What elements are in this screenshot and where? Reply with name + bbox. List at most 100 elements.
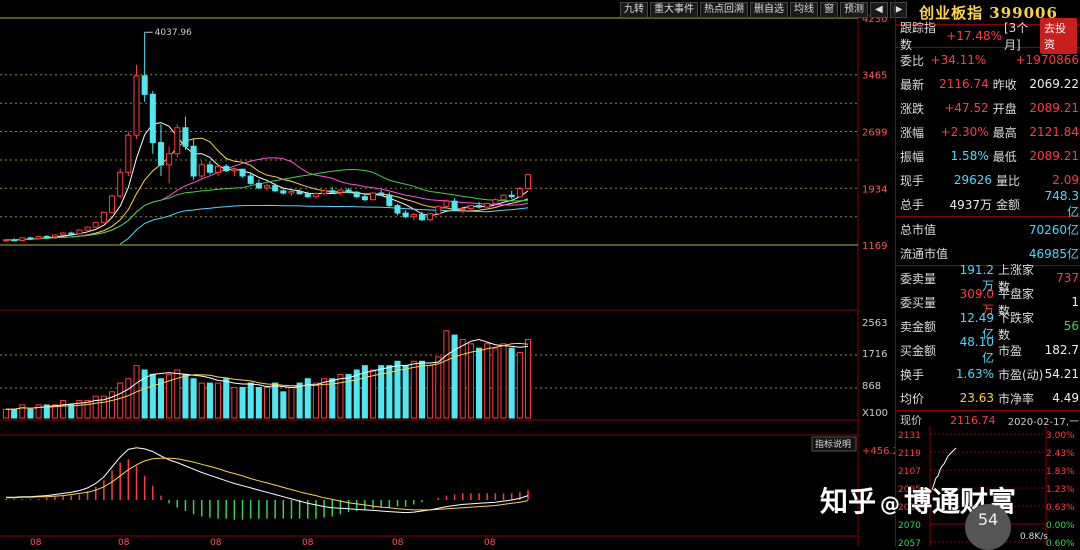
order-label: 市盈: [994, 342, 1044, 359]
mini-right-label: 0.63%: [1046, 503, 1075, 513]
invest-button[interactable]: 去投资: [1040, 18, 1077, 54]
order-value: 1: [1044, 295, 1080, 309]
candle-body: [183, 128, 188, 147]
order-value: 54.21: [1044, 367, 1080, 381]
volume-bar: [313, 383, 318, 418]
kline-chart-svg[interactable]: 423034652699193411694037.9625631716868X1…: [0, 0, 895, 546]
candle-body: [444, 201, 449, 206]
volume-bar: [297, 383, 302, 418]
candle-body: [44, 236, 49, 237]
volume-bar: [126, 379, 131, 418]
candle-body: [93, 223, 98, 227]
candle-body: [126, 135, 131, 172]
volume-bar: [411, 361, 416, 418]
candle-body: [395, 206, 400, 213]
order-value: 1.63%: [948, 367, 994, 381]
candle-body: [477, 206, 482, 207]
candle-body: [403, 213, 408, 217]
volume-bar: [501, 344, 506, 418]
remove-watchlist-button[interactable]: 删自选: [750, 2, 788, 18]
candle-body: [36, 236, 41, 238]
quote-label: 现手: [896, 172, 940, 189]
volume-bar: [468, 344, 473, 418]
prev-arrow-icon[interactable]: ◀: [870, 2, 888, 18]
track-index-row: 跟踪指数 +17.48% [3个月] 去投资: [896, 24, 1080, 47]
volume-bar: [452, 335, 457, 418]
order-value: 48.10亿: [948, 335, 994, 366]
indicator-help-label: 指标说明: [815, 438, 851, 450]
volume-bar: [150, 374, 155, 418]
quote-value: 2121.84: [1029, 125, 1080, 139]
window-button[interactable]: 窗: [820, 2, 838, 18]
major-events-button[interactable]: 重大事件: [650, 2, 698, 18]
mini-right-label: 0.60%: [1046, 539, 1075, 546]
quote-label: 委比: [896, 52, 931, 69]
order-value: 182.7: [1044, 343, 1080, 357]
volume-tick-label: 868: [862, 381, 881, 392]
volume-bar: [110, 392, 115, 418]
float-market-value-row: 流通市值 46985亿: [896, 241, 1080, 265]
total-market-value-row: 总市值 70260亿: [896, 216, 1080, 241]
jiuzhuan-button[interactable]: 九转: [620, 2, 648, 18]
candle-body: [77, 230, 82, 234]
quote-value: 2.09: [1034, 173, 1080, 187]
candle-body: [509, 195, 514, 196]
forecast-button[interactable]: 预测: [840, 2, 868, 18]
volume-bar: [118, 383, 123, 418]
volume-bar: [183, 374, 188, 418]
moving-average-button[interactable]: 均线: [790, 2, 818, 18]
candle-body: [338, 190, 343, 192]
candle-body: [387, 195, 392, 205]
mini-left-label: 2107: [898, 467, 921, 477]
time-tick-label: 08: [30, 538, 42, 546]
price-tick-label: 3465: [862, 71, 887, 82]
volume-bar: [444, 331, 449, 418]
quote-label: 昨收: [989, 76, 1030, 93]
volume-bar: [354, 370, 359, 418]
quote-label: 总手: [896, 196, 940, 213]
volume-bar: [264, 387, 269, 418]
volume-bar: [281, 392, 286, 418]
candle-body: [3, 240, 8, 241]
quote-value: +47.52: [939, 101, 989, 115]
candle-body: [61, 233, 66, 235]
order-value: 737: [1044, 271, 1080, 285]
quote-label: 最新: [896, 76, 939, 93]
price-tick-label: 2699: [862, 128, 887, 139]
order-label: 委买量: [896, 294, 948, 311]
candle-body: [362, 197, 367, 200]
volume-bar: [20, 405, 25, 418]
candle-body: [281, 191, 286, 193]
quote-value: 2089.21: [1029, 149, 1080, 163]
volume-tick-label: 2563: [862, 318, 887, 329]
candle-body: [256, 183, 261, 187]
mini-now: 2116.74: [950, 414, 996, 427]
hotspot-review-button[interactable]: 热点回溯: [700, 2, 748, 18]
volume-bar: [175, 370, 180, 418]
quote-row: 总手4937万金额748.3亿: [896, 192, 1080, 216]
candle-body: [248, 176, 253, 183]
volume-bar: [191, 379, 196, 418]
order-label: 市净率: [994, 390, 1044, 407]
candle-body: [273, 186, 278, 191]
mini-right-label: 2.43%: [1046, 449, 1075, 459]
candle-body: [411, 215, 416, 217]
candle-body: [354, 192, 359, 196]
chart-toolbar: 九转 重大事件 热点回溯 删自选 均线 窗 预测 ◀ ▶: [620, 2, 907, 18]
quote-value: 2089.21: [1029, 101, 1080, 115]
quote-label: 开盘: [989, 100, 1030, 117]
candle-body: [52, 235, 57, 237]
quote-value: 2116.74: [939, 77, 989, 91]
candle-body: [525, 175, 530, 189]
volume-bar: [93, 396, 98, 418]
ma5-line: [6, 123, 528, 241]
volume-tick-label: 1716: [862, 349, 887, 360]
order-value: 56: [1044, 319, 1080, 333]
quote-panel: 创业板指 399006 跟踪指数 +17.48% [3个月] 去投资 委比+34…: [895, 0, 1080, 546]
candle-body: [216, 166, 221, 172]
kline-chart-area[interactable]: 423034652699193411694037.9625631716868X1…: [0, 0, 895, 546]
float-badge[interactable]: 54: [965, 504, 1011, 550]
quote-row: 涨幅+2.30%最高2121.84: [896, 120, 1080, 144]
mini-right-label: 0.00%: [1046, 521, 1075, 531]
volume-bar: [3, 409, 8, 418]
